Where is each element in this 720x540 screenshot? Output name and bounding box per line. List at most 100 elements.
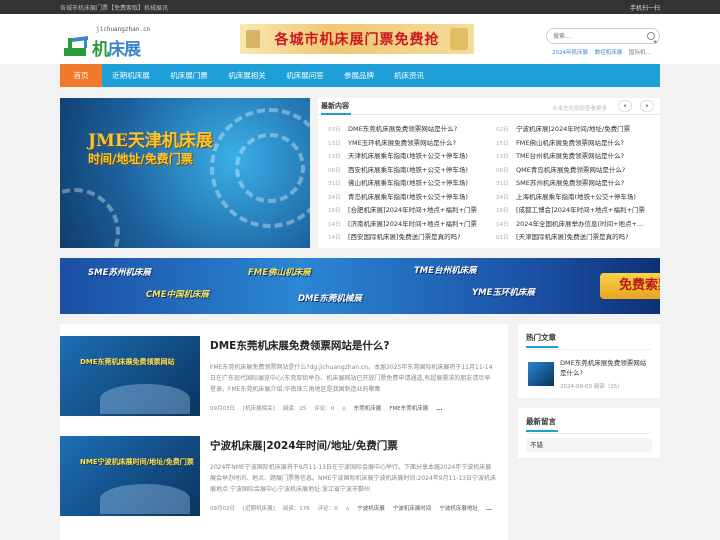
gear-decoration	[235, 133, 305, 203]
item-date: 14日	[496, 221, 509, 228]
more-link[interactable]: ...	[486, 506, 492, 512]
search-icon[interactable]	[647, 32, 655, 40]
header-banner-ad[interactable]: 各城市机床展门票免费抢	[240, 24, 474, 54]
expo-banner-ad[interactable]: SME苏州机床展 FME佛山机床展 TME台州机床展 CME中国机床展 DME东…	[60, 258, 660, 314]
post-thumbnail[interactable]: DME东莞机床展免费领票网站	[60, 336, 200, 416]
nav-item-brands[interactable]: 参展品牌	[334, 64, 384, 87]
free-ticket-button[interactable]: 免费索票	[600, 273, 660, 299]
divider	[526, 433, 652, 434]
latest-item[interactable]: 13日 TME台州机床展免费领票网站是什么?	[488, 150, 653, 164]
item-date: 15日	[496, 140, 509, 147]
latest-content-panel: 最新内容 点击左右按钮查看更多 ‹ › 03日 DME东莞机床展免费领票网站是什么…	[318, 98, 660, 248]
post-category[interactable]: [近期机床展]	[243, 506, 275, 512]
slider-title: JME天津机床展	[88, 131, 213, 151]
main-nav: 首页 近期机床展 机床展门票 机床展相关 机床展问答 参展品牌 机床资讯	[60, 64, 660, 87]
hot-article-meta: 2024-09-03 阅读（25）	[560, 384, 623, 390]
post-views: 阅读：176	[282, 506, 310, 512]
site-logo[interactable]: jichuangzhan.cn 机床展网	[62, 26, 150, 85]
latest-item[interactable]: 16日 [成都工博会]2024年时间+地点+福利+门票	[488, 204, 653, 218]
post-title[interactable]: 宁波机床展|2024年时间/地址/免费门票	[210, 438, 398, 453]
prev-arrow-icon[interactable]: ‹	[618, 100, 632, 112]
latest-item[interactable]: 24日 青岛机床展乘车指南(地铁+公交+停车场)	[320, 191, 485, 205]
item-date: 16日	[328, 208, 341, 214]
item-date: 14日	[328, 221, 341, 228]
ad-label: FME佛山机床展	[248, 268, 311, 278]
latest-item[interactable]: 13日 YME玉环机床展免费领票网站是什么?	[320, 137, 485, 151]
gear-decoration	[60, 188, 120, 248]
hot-keywords: 2024年机床展 数控机床展 国际机...	[552, 48, 656, 56]
post-list: DME东莞机床展免费领票网站 DME东莞机床展免费领票网站是什么? FME东莞机…	[60, 324, 508, 540]
hot-keyword[interactable]: 国际机...	[629, 50, 651, 56]
search-input[interactable]	[547, 29, 643, 43]
post-tag[interactable]: 宁波机床展时间	[393, 506, 432, 512]
comment-item[interactable]: 不错	[526, 438, 652, 452]
item-title: 宁波机床展|2024年时间/地址/免费门票	[516, 125, 631, 133]
item-title: DME东莞机床展免费领票网站是什么?	[348, 125, 458, 133]
post-thumbnail[interactable]: NME宁波机床展时间/地址/免费门票	[60, 436, 200, 516]
more-link[interactable]: ...	[436, 406, 442, 412]
post-tag[interactable]: FME东莞机床展	[389, 406, 428, 412]
tag-icon: ⌂	[345, 506, 350, 512]
item-title: [成都工博会]2024年时间+地点+福利+门票	[516, 206, 645, 214]
item-title: 青岛机床展乘车指南(地铁+公交+停车场)	[348, 192, 468, 201]
item-title: 西安机床展乘车指南(地铁+公交+停车场)	[348, 165, 468, 174]
post-tag[interactable]: 宁波机床展地址	[439, 506, 478, 512]
hot-keyword[interactable]: 数控机床展	[595, 50, 623, 56]
latest-list-left: 03日 DME东莞机床展免费领票网站是什么? 13日 YME玉环机床展免费领票网站是…	[320, 123, 485, 245]
latest-item[interactable]: 15日 FME佛山机床展免费领票网站是什么?	[488, 137, 653, 151]
item-title: YME玉环机床展免费领票网站是什么?	[348, 138, 457, 147]
latest-list-right: 02日 宁波机床展|2024年时间/地址/免费门票 15日 FME佛山机床展免费领票…	[488, 123, 653, 245]
item-date: 13日	[496, 154, 509, 160]
ad-label: CME中国机床展	[146, 290, 210, 300]
post-item: DME东莞机床展免费领票网站 DME东莞机床展免费领票网站是什么? FME东莞机…	[60, 324, 508, 424]
post-category[interactable]: [机床展相关]	[243, 406, 275, 412]
item-date: 24日	[496, 194, 509, 201]
slider-subtitle: 时间/地址/免费门票	[88, 152, 193, 166]
latest-header: 最新内容 点击左右按钮查看更多 ‹ ›	[318, 98, 660, 115]
nav-item-related[interactable]: 机床展相关	[218, 64, 276, 87]
top-notice-link[interactable]: 各城市机床展门票【免费索取】机械展讯	[60, 3, 168, 12]
tag-icon: ⌂	[342, 406, 346, 412]
banner-ticket-icon	[246, 30, 260, 48]
item-date: 16日	[496, 208, 509, 214]
latest-item[interactable]: 16日 [合肥机床展]2024年时间+地点+福利+门票	[320, 204, 485, 218]
latest-item[interactable]: 02日 宁波机床展|2024年时间/地址/免费门票	[488, 123, 653, 137]
item-title: [济南机床展]2024年时间+地点+福利+门票	[348, 219, 477, 228]
latest-item[interactable]: 24日 上海机床展乘车指南(地铁+公交+停车场)	[488, 191, 653, 205]
post-excerpt: 2024年NME宁波国际机床展将于9月11-13日在宁波国际会展中心举行。下面分…	[210, 464, 496, 493]
ad-label: DME东莞机械展	[298, 294, 362, 304]
latest-item[interactable]: 14日 [济南机床展]2024年时间+地点+福利+门票	[320, 218, 485, 232]
latest-item[interactable]: 13日 天津机床展乘车指南(地铁+公交+停车场)	[320, 150, 485, 164]
latest-item[interactable]: 06日 西安机床展乘车指南(地铁+公交+停车场)	[320, 164, 485, 178]
nav-item-news[interactable]: 机床资讯	[384, 64, 434, 87]
item-date: 13日	[328, 154, 341, 160]
hero-slider[interactable]: JME天津机床展 时间/地址/免费门票	[60, 98, 310, 248]
ad-label: SME苏州机床展	[88, 268, 151, 278]
hot-keyword[interactable]: 2024年机床展	[552, 50, 588, 56]
post-tag[interactable]: 宁波机床展	[357, 506, 385, 512]
latest-item[interactable]: 31日 佛山机床展乘车指南(地铁+公交+停车场)	[320, 177, 485, 191]
post-tag[interactable]: 东莞机床展	[354, 406, 382, 412]
latest-item[interactable]: 01日 [天津国际机床展]免费送门票是真的吗?	[488, 231, 653, 245]
post-title[interactable]: DME东莞机床展免费领票网站是什么?	[210, 338, 389, 353]
thumbnail-caption: DME东莞机床展免费领票网站	[80, 358, 175, 366]
ad-label: YME玉环机床展	[472, 288, 535, 298]
nav-item-home[interactable]: 首页	[60, 64, 102, 87]
latest-item[interactable]: 14日 2024年全国机床展举办信息(时间+地点+...	[488, 218, 653, 232]
hot-article-title[interactable]: DME东莞机床展免费领票网站是什么?	[560, 358, 652, 378]
latest-item[interactable]: 14日 [西安国际机床展]免费送门票是真的吗?	[320, 231, 485, 245]
logo-machine-icon	[64, 36, 88, 56]
item-title: 上海机床展乘车指南(地铁+公交+停车场)	[516, 192, 636, 201]
nav-item-recent-shows[interactable]: 近期机床展	[102, 64, 160, 87]
thumbnail-caption: NME宁波机床展时间/地址/免费门票	[80, 458, 194, 466]
next-arrow-icon[interactable]: ›	[640, 100, 654, 112]
logo-text-first: 机	[92, 40, 109, 60]
nav-item-tickets[interactable]: 机床展门票	[160, 64, 218, 87]
latest-item[interactable]: 31日 SME苏州机床展免费领票网站是什么?	[488, 177, 653, 191]
hot-article-thumbnail[interactable]	[528, 362, 554, 386]
nav-item-qa[interactable]: 机床展问答	[276, 64, 334, 87]
latest-item[interactable]: 06日 QME青岛机床展免费领票网站是什么?	[488, 164, 653, 178]
item-date: 31日	[496, 181, 509, 187]
mobile-qr-link[interactable]: 手机扫一扫	[630, 3, 660, 12]
latest-item[interactable]: 03日 DME东莞机床展免费领票网站是什么?	[320, 123, 485, 137]
